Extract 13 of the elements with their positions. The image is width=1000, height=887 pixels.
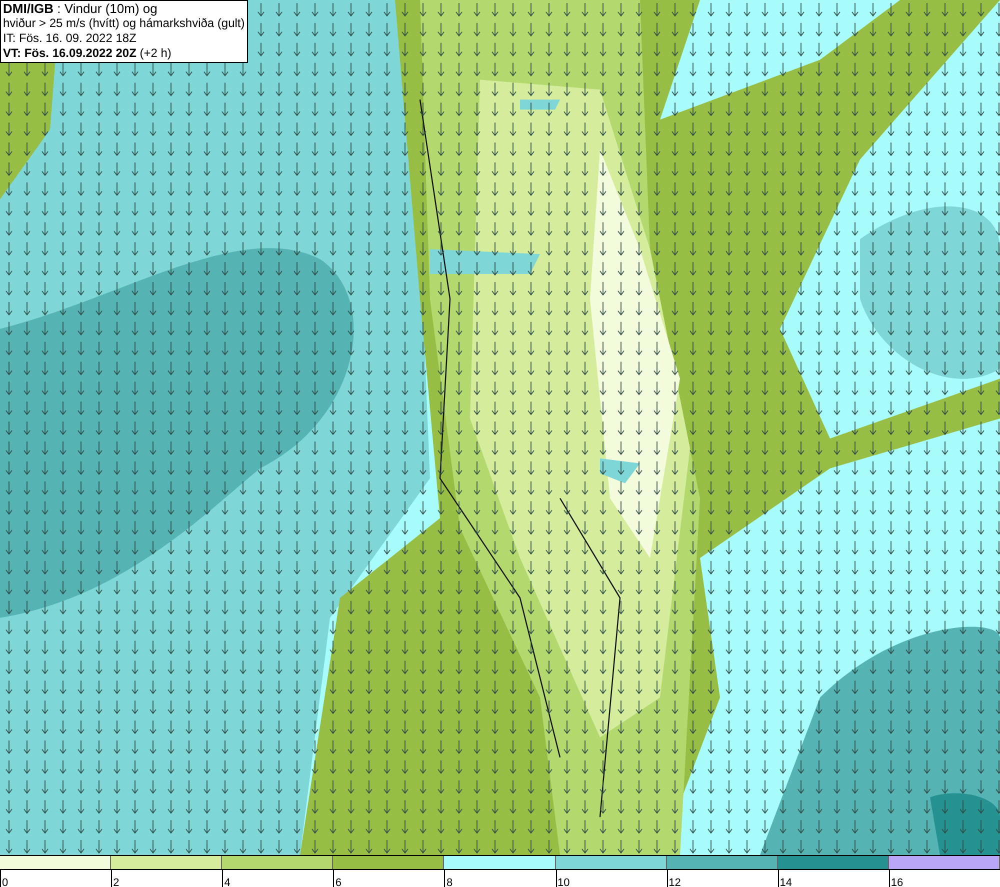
caption-line: IT: Fös. 16. 09. 2022 18Z: [3, 31, 138, 46]
legend-label: 6: [334, 877, 342, 887]
legend-label: 14: [778, 877, 792, 887]
legend-label: 2: [112, 877, 120, 887]
legend-label: 8: [445, 877, 453, 887]
legend-label: 10: [556, 877, 570, 887]
caption-line: hviður > 25 m/s (hvítt) og hámarkshviða (gult): [3, 16, 245, 31]
caption-line: VT: Fös. 16.09.2022 20Z (+2 h): [3, 46, 172, 61]
legend-label: 0: [1, 877, 8, 887]
legend-label: 4: [223, 877, 230, 887]
legend-label: 12: [668, 877, 681, 887]
caption-line: DMI/IGB : Vindur (10m) og: [3, 1, 158, 16]
legend-label: 16: [890, 877, 904, 887]
